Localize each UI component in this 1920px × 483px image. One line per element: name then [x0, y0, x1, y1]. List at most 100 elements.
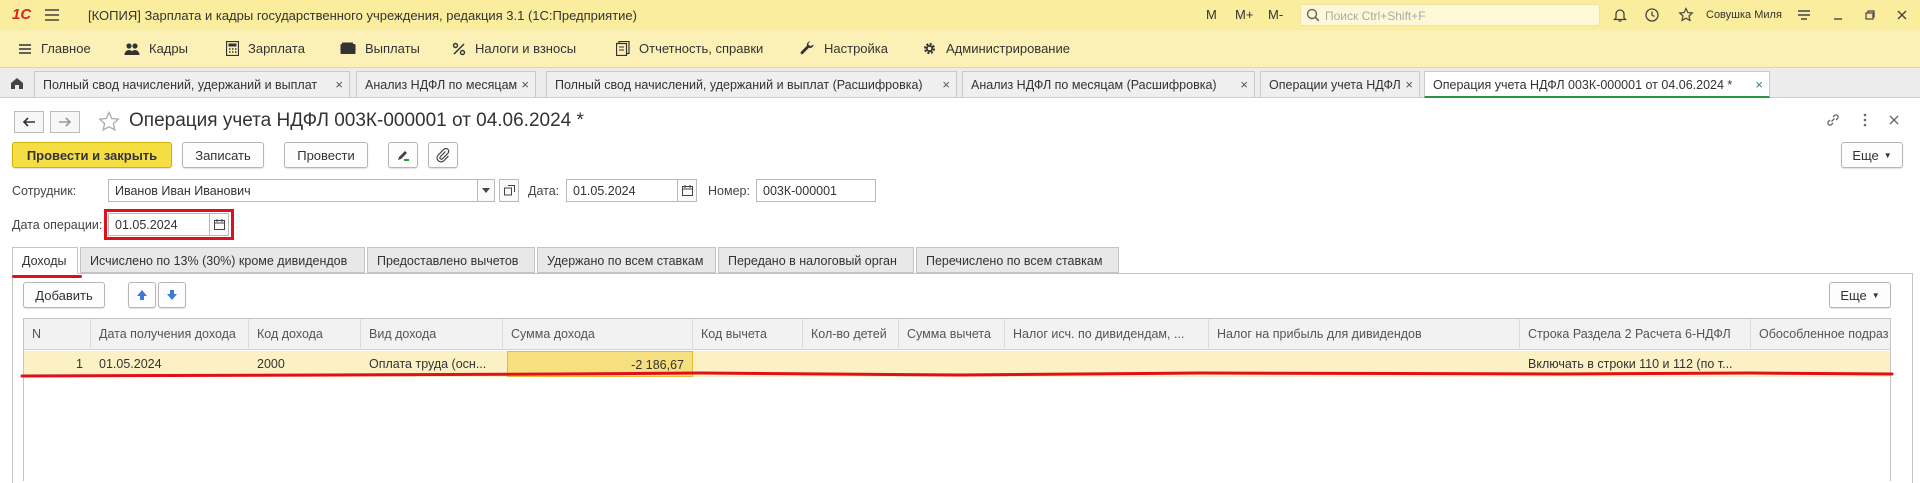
- close-tab-icon[interactable]: ×: [1240, 77, 1248, 92]
- pen-green-icon: [398, 151, 409, 161]
- more-button[interactable]: Еще ▼: [1841, 142, 1903, 168]
- arrow-down-icon: [167, 290, 177, 300]
- section-admin[interactable]: Администрирование: [922, 41, 1070, 56]
- tab-calculated-13[interactable]: Исчислено по 13% (30%) кроме дивидендов: [80, 247, 365, 273]
- forward-button[interactable]: [50, 111, 80, 133]
- section-settings[interactable]: Настройка: [800, 41, 888, 56]
- section-staff[interactable]: Кадры: [124, 41, 188, 56]
- gear-icon: [924, 43, 935, 54]
- menu-icon: [19, 43, 31, 54]
- wrench-icon: [800, 41, 814, 55]
- chevron-down-icon: [482, 188, 490, 193]
- open-window-icon: [503, 185, 515, 196]
- move-up-button[interactable]: [128, 282, 156, 308]
- restore-icon[interactable]: [1862, 7, 1878, 23]
- date-field[interactable]: 01.05.2024: [566, 179, 678, 202]
- date-calendar-button[interactable]: [677, 179, 697, 202]
- annotation-row-underline: [20, 371, 1894, 378]
- section-salary[interactable]: Зарплата: [226, 41, 305, 56]
- post-button[interactable]: Провести: [284, 142, 368, 168]
- annotation-underline: [12, 275, 82, 278]
- tab-income[interactable]: Доходы: [12, 247, 78, 274]
- tab-paid-all-rates[interactable]: Перечислено по всем ставкам: [916, 247, 1119, 273]
- tab-withheld[interactable]: Удержано по всем ставкам: [537, 247, 716, 273]
- col-n[interactable]: N: [24, 319, 91, 350]
- open-windows-bar: Полный свод начислений, удержаний и выпл…: [0, 68, 1920, 98]
- tab-ndfl-operation-doc[interactable]: Операция учета НДФЛ 003К-000001 от 04.06…: [1424, 71, 1770, 98]
- table-more-button[interactable]: Еще ▼: [1829, 282, 1891, 308]
- favorite-star-icon[interactable]: [97, 110, 121, 134]
- section-reports[interactable]: Отчетность, справки: [616, 41, 763, 56]
- section-payments[interactable]: Выплаты: [340, 41, 420, 56]
- col-deduction-code[interactable]: Код вычета: [693, 319, 803, 350]
- col-income-amount[interactable]: Сумма дохода: [503, 319, 693, 350]
- col-6ndfl-line[interactable]: Строка Раздела 2 Расчета 6-НДФЛ: [1520, 319, 1751, 350]
- more-vertical-icon[interactable]: [1857, 112, 1873, 128]
- link-icon[interactable]: [1825, 112, 1841, 128]
- paperclip-icon: [436, 147, 450, 163]
- tab-full-summary-detail[interactable]: Полный свод начислений, удержаний и выпл…: [546, 71, 957, 97]
- favorites-star-icon[interactable]: [1678, 7, 1694, 23]
- col-dividend-tax[interactable]: Налог исч. по дивидендам, ...: [1005, 319, 1209, 350]
- close-window-icon[interactable]: [1894, 7, 1910, 23]
- percent-icon: [452, 42, 466, 55]
- col-income-date[interactable]: Дата получения дохода: [91, 319, 249, 350]
- tab-full-summary[interactable]: Полный свод начислений, удержаний и выпл…: [34, 71, 350, 97]
- tab-ndfl-analysis-detail[interactable]: Анализ НДФЛ по месяцам (Расшифровка) ×: [962, 71, 1255, 97]
- tab-ndfl-analysis[interactable]: Анализ НДФЛ по месяцам ×: [356, 71, 536, 97]
- col-deduction-sum[interactable]: Сумма вычета: [899, 319, 1005, 350]
- close-tab-icon[interactable]: ×: [335, 77, 343, 92]
- post-and-close-button[interactable]: Провести и закрыть: [12, 142, 172, 168]
- number-label: Номер:: [708, 184, 750, 198]
- employee-dropdown-button[interactable]: [477, 179, 495, 202]
- home-icon[interactable]: [4, 72, 30, 94]
- settings-lines-icon[interactable]: [1796, 7, 1812, 23]
- user-name[interactable]: Совушка Миля: [1706, 9, 1782, 21]
- memory-minus-button[interactable]: M-: [1268, 7, 1283, 22]
- close-form-icon[interactable]: [1886, 112, 1902, 128]
- close-tab-icon[interactable]: ×: [521, 77, 529, 92]
- annotation-highlight-box: [104, 209, 234, 240]
- tab-ndfl-operations[interactable]: Операции учета НДФЛ ×: [1260, 71, 1420, 97]
- search-icon: [1306, 8, 1320, 22]
- move-down-button[interactable]: [158, 282, 186, 308]
- hamburger-icon[interactable]: [44, 7, 60, 23]
- arrow-left-icon: [22, 117, 35, 127]
- report-icon: [616, 41, 630, 56]
- calculator-icon: [226, 41, 239, 56]
- save-button[interactable]: Записать: [182, 142, 264, 168]
- tab-deductions[interactable]: Предоставлено вычетов: [367, 247, 535, 273]
- edit-movements-button[interactable]: [388, 142, 418, 168]
- col-children-count[interactable]: Кол-во детей: [803, 319, 899, 350]
- col-income-code[interactable]: Код дохода: [249, 319, 361, 350]
- col-profit-tax[interactable]: Налог на прибыль для дивидендов: [1209, 319, 1520, 350]
- bell-icon[interactable]: [1612, 7, 1628, 23]
- close-tab-icon[interactable]: ×: [1405, 77, 1413, 92]
- search-input[interactable]: Поиск Ctrl+Shift+F: [1300, 4, 1600, 26]
- attach-file-button[interactable]: [428, 142, 458, 168]
- date-label: Дата:: [528, 184, 560, 198]
- number-field[interactable]: 003К-000001: [756, 179, 876, 202]
- section-main[interactable]: Главное: [18, 41, 91, 56]
- arrow-up-icon: [137, 290, 147, 300]
- back-button[interactable]: [14, 111, 44, 133]
- section-taxes[interactable]: Налоги и взносы: [452, 41, 576, 56]
- employee-open-button[interactable]: [499, 179, 519, 202]
- close-tab-icon[interactable]: ×: [1755, 77, 1763, 92]
- table-header: N Дата получения дохода Код дохода Вид д…: [24, 319, 1890, 350]
- tab-transferred-to-tax[interactable]: Передано в налоговый орган: [718, 247, 914, 273]
- add-button[interactable]: Добавить: [23, 282, 105, 308]
- calendar-icon: [681, 185, 693, 196]
- col-income-kind[interactable]: Вид дохода: [361, 319, 503, 350]
- memory-button[interactable]: M: [1206, 7, 1217, 22]
- employee-field[interactable]: Иванов Иван Иванович: [108, 179, 478, 202]
- close-tab-icon[interactable]: ×: [942, 77, 950, 92]
- minimize-icon[interactable]: [1830, 7, 1846, 23]
- memory-plus-button[interactable]: M+: [1235, 7, 1253, 22]
- income-table[interactable]: N Дата получения дохода Код дохода Вид д…: [23, 318, 1891, 481]
- employee-label: Сотрудник:: [12, 184, 77, 198]
- history-icon[interactable]: [1644, 7, 1660, 23]
- col-division[interactable]: Обособленное подраз: [1751, 319, 1890, 350]
- page-title: Операция учета НДФЛ 003К-000001 от 04.06…: [129, 110, 584, 131]
- people-icon: [124, 42, 140, 55]
